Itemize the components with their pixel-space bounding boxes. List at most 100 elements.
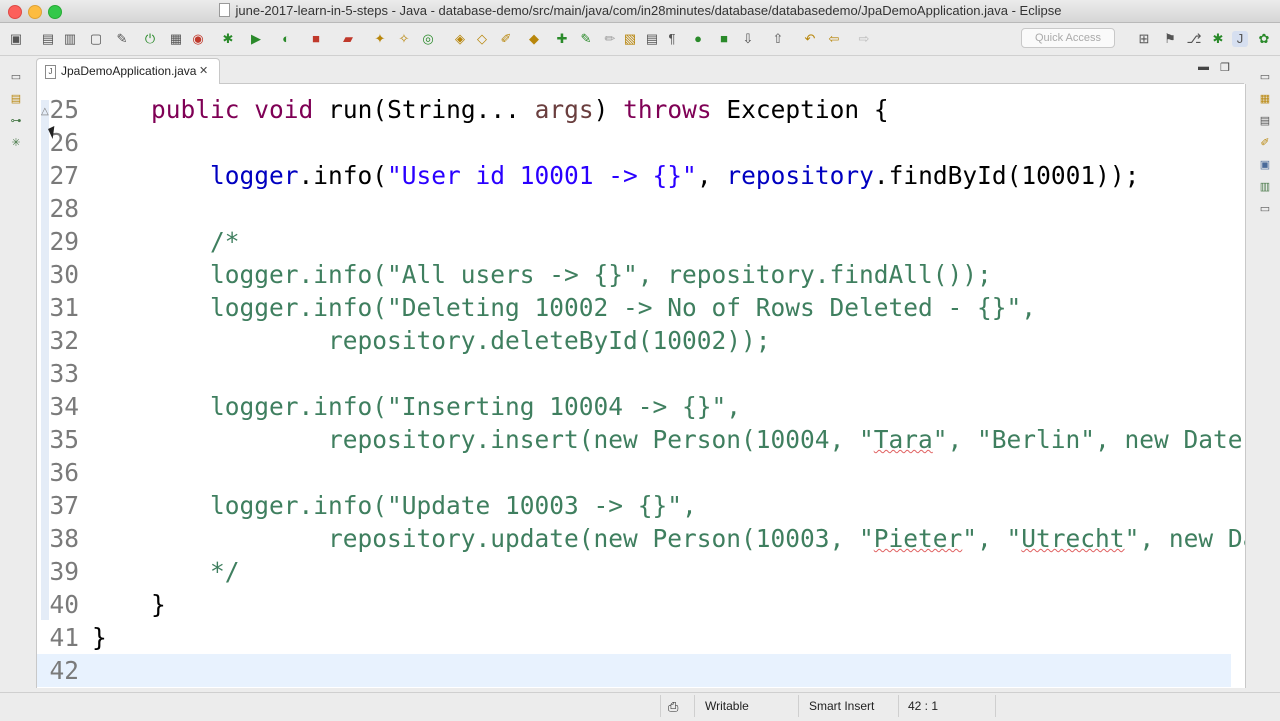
open-console-icon[interactable]: ▢ <box>88 31 104 47</box>
toggle-mark-icon[interactable]: ✏ <box>602 31 618 47</box>
main-toolbar: ▣ ▤ ▥ ▢ ✎ ⏻ ▦ ◉ ✱ ▶ ◐ ■ ▰ ✦ ✧ ◎ ◈ ◇ ✐ ◆ … <box>0 23 1280 56</box>
new-icon[interactable]: ▣ <box>8 31 24 47</box>
outline-icon[interactable]: ▦ <box>1258 92 1272 106</box>
code-line[interactable]: 39 */ <box>37 555 1231 588</box>
code-line[interactable]: 35 repository.insert(new Person(10004, "… <box>37 423 1245 456</box>
code-token: logger.info("All users -> {}", repositor… <box>92 260 992 289</box>
writable-status: Writable <box>705 699 749 713</box>
code-token: */ <box>92 557 240 586</box>
search-icon[interactable]: ✐ <box>498 31 514 47</box>
code-line[interactable]: 25 public void run(String... args) throw… <box>37 93 1231 126</box>
line-number: 41 <box>49 623 79 652</box>
boot-dashboard-icon[interactable]: ✳ <box>9 136 23 150</box>
code-line[interactable]: 32 repository.deleteById(10002)); <box>37 324 1231 357</box>
annotation-icon[interactable]: ✚ <box>554 31 570 47</box>
line-number: 26 <box>49 128 79 157</box>
code-token: logger <box>210 161 299 190</box>
window-titlebar: june-2017-learn-in-5-steps - Java - data… <box>0 0 1280 23</box>
save-icon[interactable]: ▤ <box>40 31 56 47</box>
code-line[interactable]: 28 <box>37 192 1231 225</box>
code-line[interactable]: 37 logger.info("Update 10003 -> {}", <box>37 489 1231 522</box>
code-line[interactable]: 33 <box>37 357 1231 390</box>
open-perspective-icon[interactable]: ⊞ <box>1136 31 1152 47</box>
open-type-icon[interactable]: ◈ <box>452 31 468 47</box>
spring-boot-icon[interactable]: ⏻ <box>142 31 158 47</box>
spring-perspective-icon[interactable]: ✿ <box>1256 31 1272 47</box>
code-token: Pieter <box>873 524 963 553</box>
java-perspective-icon[interactable]: J <box>1232 31 1248 47</box>
refactor-icon[interactable]: ✎ <box>114 31 130 47</box>
code-token: Exception { <box>711 95 889 124</box>
open-task-icon[interactable]: ◆ <box>526 31 542 47</box>
external-tools-icon[interactable]: ■ <box>308 31 324 47</box>
forward-icon[interactable]: ⇨ <box>856 31 872 47</box>
code-token: logger.info("Deleting 10002 -> No of Row… <box>92 293 1037 322</box>
back-icon[interactable]: ⇦ <box>826 31 842 47</box>
restore-right-icon[interactable]: ▭ <box>1258 70 1272 84</box>
close-tab-icon[interactable]: ✕ <box>199 59 208 83</box>
code-token: Utrecht <box>1021 524 1125 553</box>
new-java-project-icon[interactable]: ✦ <box>372 31 388 47</box>
green-square-icon[interactable]: ■ <box>716 31 732 47</box>
minimize-editor-icon[interactable]: ▬ <box>1198 61 1209 73</box>
status-separator <box>660 695 661 717</box>
progress-icon[interactable]: ▥ <box>1258 180 1272 194</box>
line-number: 40 <box>49 590 79 619</box>
code-token: logger.info("Inserting 10004 -> {}", <box>92 392 742 421</box>
stop-icon[interactable]: ▰ <box>340 31 356 47</box>
code-line[interactable]: 34 logger.info("Inserting 10004 -> {}", <box>37 390 1231 423</box>
problems-icon[interactable]: ✐ <box>1258 136 1272 150</box>
team-perspective-icon[interactable]: ⚑ <box>1162 31 1178 47</box>
code-line[interactable]: 38 repository.update(new Person(10003, "… <box>37 522 1245 555</box>
code-text: public void run(String... args) throws E… <box>92 93 889 126</box>
code-text: logger.info("Deleting 10002 -> No of Row… <box>92 291 1036 324</box>
debug-icon[interactable]: ✱ <box>220 31 236 47</box>
code-text: repository.deleteById(10002)); <box>92 324 771 357</box>
last-edit-icon[interactable]: ↶ <box>802 31 818 47</box>
package-explorer-icon[interactable]: ▤ <box>9 92 23 106</box>
block-selection-icon[interactable]: ▤ <box>644 31 660 47</box>
type-hierarchy-icon[interactable]: ⊶ <box>9 114 23 128</box>
servers-icon[interactable]: ▭ <box>1258 202 1272 216</box>
quick-access-input[interactable]: Quick Access <box>1021 28 1115 48</box>
save-all-icon[interactable]: ▥ <box>62 31 78 47</box>
run-icon[interactable]: ▶ <box>248 31 264 47</box>
code-line[interactable]: 29 /* <box>37 225 1231 258</box>
code-line[interactable]: 27 logger.info("User id 10001 -> {}", re… <box>37 159 1231 192</box>
task-list-icon[interactable]: ▤ <box>1258 114 1272 128</box>
show-whitespace-icon[interactable]: ▧ <box>622 31 638 47</box>
code-line[interactable]: 42 <box>37 654 1231 687</box>
status-icon: ⎙ <box>668 699 679 714</box>
code-line[interactable]: 40 } <box>37 588 1231 621</box>
pilcrow-icon[interactable]: ¶ <box>664 31 680 47</box>
debug-perspective-icon[interactable]: ✱ <box>1210 31 1226 47</box>
new-class-icon[interactable]: ◎ <box>420 31 436 47</box>
console-icon[interactable]: ▣ <box>1258 158 1272 172</box>
green-dot-icon[interactable]: ● <box>690 31 706 47</box>
tab-jpa-demo-application[interactable]: J JpaDemoApplication.java ✕ <box>36 58 220 84</box>
code-line[interactable]: 31 logger.info("Deleting 10002 -> No of … <box>37 291 1231 324</box>
open-folder-icon[interactable]: ◇ <box>474 31 490 47</box>
code-token: repository.insert(new Person(10004, " <box>92 425 874 454</box>
skip-breakpoints-icon[interactable]: ◉ <box>190 31 206 47</box>
git-perspective-icon[interactable]: ⎇ <box>1186 31 1202 47</box>
line-number: 31 <box>49 293 79 322</box>
code-token: ", new Da <box>1124 524 1246 553</box>
code-line[interactable]: 41} <box>37 621 1231 654</box>
previous-annotation-icon[interactable]: ⇧ <box>770 31 786 47</box>
coverage-icon[interactable]: ◐ <box>278 31 294 47</box>
code-line[interactable]: 26 <box>37 126 1231 159</box>
restore-icon[interactable]: ▭ <box>9 70 23 84</box>
highlight-icon[interactable]: ✎ <box>578 31 594 47</box>
next-annotation-icon[interactable]: ⇩ <box>740 31 756 47</box>
new-package-icon[interactable]: ✧ <box>396 31 412 47</box>
code-text: repository.update(new Person(10003, "Pie… <box>92 522 1246 555</box>
line-number: 37 <box>49 491 79 520</box>
code-line[interactable]: 30 logger.info("All users -> {}", reposi… <box>37 258 1231 291</box>
code-text: repository.insert(new Person(10004, "Tar… <box>92 423 1245 456</box>
code-editor[interactable]: △ 25 public void run(String... args) thr… <box>36 84 1246 688</box>
toggle-breadcrumb-icon[interactable]: ▦ <box>168 31 184 47</box>
code-line[interactable]: 36 <box>37 456 1231 489</box>
maximize-editor-icon[interactable]: ❐ <box>1220 61 1230 74</box>
